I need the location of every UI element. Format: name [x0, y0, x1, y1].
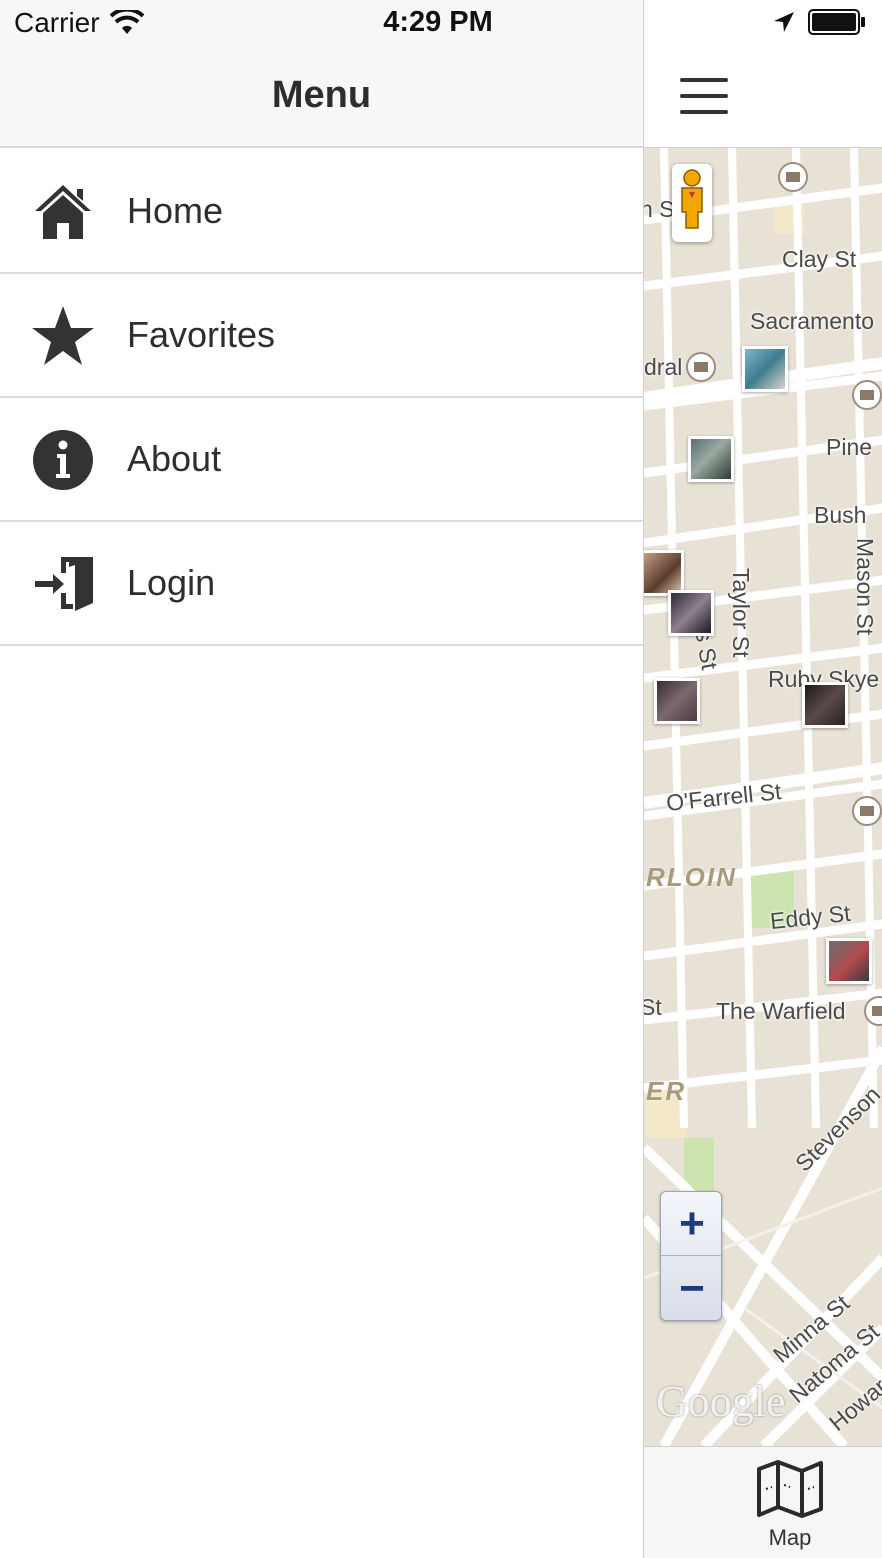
street-label: St: [644, 994, 662, 1020]
photo-thumbnail[interactable]: [654, 678, 700, 724]
status-bar-right: [644, 0, 882, 46]
home-icon: [30, 180, 96, 244]
hotel-poi-icon[interactable]: [852, 380, 882, 410]
photo-thumbnail[interactable]: [688, 436, 734, 482]
star-icon: [30, 304, 96, 368]
menu-item-label: Home: [127, 190, 224, 231]
map-canvas[interactable]: n St Clay St Sacramento dral Pine Bush T…: [644, 148, 882, 1446]
photo-thumbnail[interactable]: [742, 346, 788, 392]
zoom-control: + −: [660, 1191, 723, 1321]
map-navbar: [644, 46, 882, 148]
side-menu: Carrier Menu Home Favorites About Login: [0, 0, 643, 1558]
menu-list: Home Favorites About Login: [0, 150, 643, 646]
map-icon: [757, 1460, 823, 1518]
street-label: Bush: [814, 502, 867, 528]
street-label: The Warfield: [716, 998, 846, 1024]
street-label: Mason St: [852, 538, 878, 636]
photo-thumbnail[interactable]: [826, 938, 872, 984]
tab-bar: Map: [644, 1446, 882, 1558]
menu-title: Menu: [271, 74, 372, 116]
menu-item-home[interactable]: Home: [0, 150, 643, 274]
zoom-out-button[interactable]: −: [661, 1257, 723, 1321]
street-label: Sacramento: [750, 308, 875, 334]
menu-item-login[interactable]: Login: [0, 522, 643, 646]
street-label: Pine: [826, 434, 873, 460]
location-arrow-icon: [774, 12, 794, 32]
menu-header: Menu: [0, 46, 643, 148]
photo-thumbnail[interactable]: [668, 590, 714, 636]
google-logo: Google: [656, 1377, 786, 1426]
menu-item-favorites[interactable]: Favorites: [0, 274, 643, 398]
district-label: RLOIN: [646, 862, 737, 892]
menu-item-label: Login: [127, 562, 216, 603]
menu-toggle-button[interactable]: [680, 76, 730, 116]
login-icon: [30, 552, 96, 616]
hamburger-line: [680, 78, 728, 82]
map-view: n St Clay St Sacramento dral Pine Bush T…: [643, 0, 882, 1558]
street-label: dral: [644, 354, 683, 380]
street-view-button[interactable]: [672, 164, 712, 242]
street-label: Clay St: [782, 246, 857, 272]
cathedral-poi-icon[interactable]: [686, 352, 716, 382]
hamburger-line: [680, 110, 728, 114]
zoom-in-button[interactable]: +: [661, 1192, 723, 1256]
street-label: Taylor St: [728, 568, 754, 658]
menu-item-about[interactable]: About: [0, 398, 643, 522]
hamburger-line: [680, 94, 728, 98]
tab-map[interactable]: Map: [744, 1457, 836, 1553]
menu-item-label: Favorites: [127, 314, 276, 355]
tab-map-label: Map: [768, 1525, 812, 1550]
museum-poi-icon[interactable]: [778, 162, 808, 192]
pegman-icon: [681, 169, 703, 229]
district-label: ER: [646, 1076, 687, 1106]
menu-item-label: About: [127, 438, 222, 479]
info-icon: [30, 428, 96, 492]
battery-icon: [808, 9, 865, 35]
photo-thumbnail[interactable]: [802, 682, 848, 728]
hotel-poi-icon[interactable]: [852, 796, 882, 826]
